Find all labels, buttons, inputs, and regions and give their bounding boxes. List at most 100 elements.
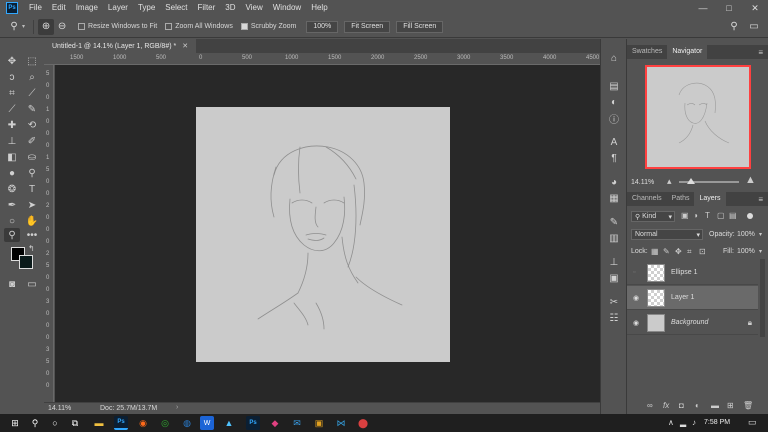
filter-shape-icon[interactable]: ▢ — [717, 211, 725, 220]
chevron-down-icon[interactable]: ▾ — [22, 23, 25, 30]
task-view-icon[interactable]: ⧉ — [68, 416, 82, 430]
zoom-out-icon[interactable]: ⊖ — [54, 19, 70, 35]
scrubby-zoom-checkbox[interactable]: Scrubby Zoom — [240, 23, 296, 30]
app-red-icon[interactable]: ⬤ — [356, 416, 370, 430]
zoom-slider-knob[interactable] — [687, 178, 695, 184]
info-icon[interactable]: ⓘ — [606, 111, 622, 126]
new-layer-icon[interactable]: ⊞ — [727, 401, 734, 410]
hand-tool-icon[interactable]: ✋ — [24, 214, 40, 228]
brush-settings-icon[interactable]: ▥ — [606, 231, 622, 245]
file-explorer-icon[interactable]: ▬ — [92, 416, 106, 430]
fill-input[interactable]: 100% — [737, 248, 755, 255]
tab-channels[interactable]: Channels — [627, 192, 667, 206]
volume-icon[interactable]: ♪ — [692, 418, 696, 427]
sponge-tool-icon[interactable]: ❂ — [4, 182, 20, 196]
layer-name[interactable]: Background — [671, 319, 708, 326]
navigator-zoom-value[interactable]: 14.11% — [631, 179, 654, 186]
tab-navigator[interactable]: Navigator — [667, 45, 708, 59]
zoom-out-mountain-icon[interactable]: ▴ — [667, 176, 672, 187]
menu-filter[interactable]: Filter — [193, 0, 221, 16]
quick-mask-icon[interactable]: ◙ — [4, 277, 20, 291]
tab-swatches[interactable]: Swatches — [627, 45, 667, 59]
panel-menu-icon[interactable]: ≡ — [758, 48, 763, 57]
layer-row-layer-1[interactable]: ◉ Layer 1 — [627, 286, 758, 310]
filter-smart-object-icon[interactable]: ▤ — [729, 211, 737, 220]
clone-source-icon[interactable]: ⊥ — [606, 255, 622, 269]
zoom-level[interactable]: 14.11% — [48, 405, 71, 412]
background-color-swatch[interactable] — [19, 255, 33, 269]
menu-image[interactable]: Image — [71, 0, 103, 16]
navigator-zoom-slider[interactable] — [679, 178, 739, 184]
move-tool-icon[interactable]: ✥ — [4, 54, 20, 68]
eraser-tool-icon[interactable]: ◧ — [4, 150, 20, 164]
zoom-tool-icon[interactable]: ⚲ — [4, 228, 20, 242]
tool-presets-icon[interactable]: ▣ — [606, 271, 622, 285]
document-tab[interactable]: Untitled-1 @ 14.1% (Layer 1, RGB/8#) * ✕ — [44, 39, 197, 53]
fill-screen-button[interactable]: Fill Screen — [396, 20, 444, 33]
canvas[interactable] — [196, 107, 450, 362]
opacity-chevron-icon[interactable]: ▾ — [759, 231, 762, 238]
zoom-100-button[interactable]: 100% — [306, 20, 339, 33]
new-group-icon[interactable]: ▬ — [711, 401, 719, 410]
app-folder-icon[interactable]: ▣ — [312, 416, 326, 430]
lock-all-icon[interactable]: ⊡ — [699, 247, 706, 256]
pencil-tool-icon[interactable]: ✎ — [24, 102, 40, 116]
minimize-icon[interactable]: — — [690, 0, 716, 16]
close-tab-icon[interactable]: ✕ — [182, 42, 188, 50]
link-layers-icon[interactable]: ∞ — [647, 401, 653, 410]
zoom-in-mountain-icon[interactable]: ▲ — [745, 174, 756, 186]
photoshop-taskbar-icon[interactable]: Ps — [114, 416, 128, 430]
fx-icon[interactable]: fx — [663, 401, 669, 410]
brushes-icon[interactable]: ✎ — [606, 215, 622, 229]
opacity-input[interactable]: 100% — [737, 231, 755, 238]
paint-bucket-tool-icon[interactable]: ⛀ — [24, 150, 40, 164]
menu-window[interactable]: Window — [268, 0, 306, 16]
menu-type[interactable]: Type — [133, 0, 160, 16]
tab-layers[interactable]: Layers — [694, 192, 726, 206]
swatches-icon[interactable]: ▦ — [606, 191, 622, 205]
close-icon[interactable]: ✕ — [742, 0, 768, 16]
windows-start-icon[interactable]: ⊞ — [8, 416, 22, 430]
vscode-icon[interactable]: ⋈ — [334, 416, 348, 430]
search-icon[interactable]: ⚲ — [726, 19, 742, 35]
menu-help[interactable]: Help — [306, 0, 332, 16]
layer-name[interactable]: Ellipse 1 — [671, 269, 697, 276]
type-tool-icon[interactable]: T — [24, 182, 40, 196]
filter-adjustment-icon[interactable]: ◑ — [693, 211, 698, 220]
zoom-in-icon[interactable]: ⊕ — [38, 18, 55, 35]
lock-transparent-icon[interactable]: ▦ — [651, 247, 659, 256]
layers-scrollbar[interactable] — [760, 259, 765, 337]
layer-row-ellipse-1[interactable]: ▫ Ellipse 1 — [627, 261, 758, 285]
menu-3d[interactable]: 3D — [220, 0, 240, 16]
quick-select-tool-icon[interactable]: ⌕ — [24, 70, 40, 84]
visibility-eye-icon[interactable]: ◉ — [633, 319, 639, 327]
filter-toggle-icon[interactable] — [747, 213, 753, 219]
blend-mode-select[interactable]: Normal ▾ — [631, 229, 703, 240]
visibility-eye-icon[interactable]: ◉ — [633, 294, 639, 302]
checkbox-box[interactable] — [78, 23, 86, 30]
menu-layer[interactable]: Layer — [103, 0, 133, 16]
lock-position-icon[interactable]: ✥ — [675, 247, 682, 256]
dodge-tool-icon[interactable]: ⚲ — [24, 166, 40, 180]
blur-tool-icon[interactable]: ● — [4, 166, 20, 180]
character-icon[interactable]: A — [606, 135, 622, 149]
clock[interactable]: 7:58 PM — [704, 419, 730, 426]
checkbox-box[interactable] — [240, 23, 248, 30]
properties-icon[interactable]: ▤ — [606, 79, 622, 93]
word-icon[interactable]: W — [200, 416, 214, 430]
chrome-icon[interactable]: ◎ — [158, 416, 172, 430]
zoom-tool-preset-icon[interactable]: ⚲ — [6, 19, 22, 35]
menu-file[interactable]: File — [24, 0, 47, 16]
menu-select[interactable]: Select — [160, 0, 192, 16]
layer-filter-select[interactable]: ⚲ Kind ▾ — [631, 211, 675, 222]
store-icon[interactable]: ◍ — [180, 416, 194, 430]
filter-pixel-icon[interactable]: ▣ — [681, 211, 689, 220]
workspace-icon[interactable]: ▭ — [746, 19, 762, 35]
maximize-icon[interactable]: □ — [716, 0, 742, 16]
healing-tool-icon[interactable]: ✚ — [4, 118, 20, 132]
tab-paths[interactable]: Paths — [667, 192, 695, 206]
checkbox-box[interactable] — [165, 23, 173, 30]
zoom-all-windows-checkbox[interactable]: Zoom All Windows — [165, 23, 233, 30]
network-icon[interactable]: ▂ — [680, 418, 686, 427]
ellipse-tool-icon[interactable]: ○ — [4, 214, 20, 228]
